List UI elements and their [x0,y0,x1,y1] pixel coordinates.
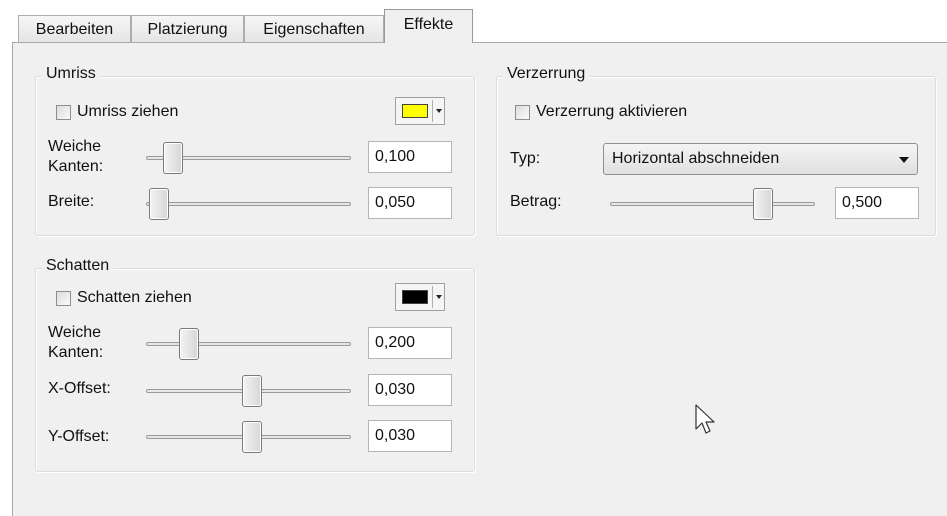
arrow-cursor-icon [695,404,717,443]
distortion-type-label: Typ: [510,150,541,167]
shadow-checkbox-label: Schatten ziehen [77,289,192,306]
outline-group-title: Umriss [42,65,100,83]
distortion-type-value: Horizontal abschneiden [612,150,780,167]
outline-soft-edges-field[interactable]: 0,100 [368,141,452,173]
shadow-checkbox[interactable] [56,291,71,306]
shadow-soft-edges-slider[interactable] [146,328,351,360]
slider-thumb[interactable] [753,188,773,220]
tab-effekte[interactable]: Effekte [384,9,473,43]
divider [432,286,433,308]
slider-thumb[interactable] [149,188,169,220]
slider-thumb[interactable] [163,142,183,174]
shadow-y-offset-label: Y-Offset: [48,428,110,445]
distortion-group-title: Verzerrung [503,65,590,83]
shadow-color-swatch [402,290,428,304]
slider-thumb[interactable] [242,375,262,407]
shadow-x-offset-label: X-Offset: [48,380,111,397]
shadow-y-offset-slider[interactable] [146,421,351,453]
shadow-soft-edges-field[interactable]: 0,200 [368,327,452,359]
chevron-down-icon [899,157,909,163]
effects-panel: Umriss Umriss ziehen Weiche Kanten: 0,10… [12,42,947,516]
distortion-amount-field[interactable]: 0,500 [835,187,919,219]
outline-color-picker[interactable] [395,97,445,125]
divider [432,100,433,122]
shadow-y-offset-field[interactable]: 0,030 [368,420,452,452]
chevron-down-icon [436,295,442,299]
shadow-soft-edges-label-2: Kanten: [48,344,104,361]
distortion-checkbox-label: Verzerrung aktivieren [536,103,688,120]
slider-thumb[interactable] [242,421,262,453]
slider-track [146,342,351,346]
outline-width-label: Breite: [48,193,95,210]
outline-width-slider[interactable] [146,188,351,220]
shadow-x-offset-field[interactable]: 0,030 [368,374,452,406]
shadow-soft-edges-label-1: Weiche [48,324,102,341]
slider-track [610,202,815,206]
shadow-x-offset-slider[interactable] [146,375,351,407]
distortion-type-select[interactable]: Horizontal abschneiden [603,143,918,175]
tab-eigenschaften[interactable]: Eigenschaften [244,15,384,43]
distortion-checkbox[interactable] [515,105,530,120]
distortion-amount-slider[interactable] [610,188,815,220]
outline-color-swatch [402,104,428,118]
outline-checkbox-label: Umriss ziehen [77,103,179,120]
slider-thumb[interactable] [179,328,199,360]
outline-checkbox[interactable] [56,105,71,120]
shadow-group-title: Schatten [42,257,114,275]
outline-soft-edges-slider[interactable] [146,142,351,174]
chevron-down-icon [436,109,442,113]
shadow-color-picker[interactable] [395,283,445,311]
outline-soft-edges-label-2: Kanten: [48,158,104,175]
tab-bearbeiten[interactable]: Bearbeiten [18,15,131,43]
distortion-amount-label: Betrag: [510,193,562,210]
outline-width-field[interactable]: 0,050 [368,187,452,219]
tab-platzierung[interactable]: Platzierung [131,15,244,43]
slider-track [146,202,351,206]
outline-soft-edges-label-1: Weiche [48,138,102,155]
